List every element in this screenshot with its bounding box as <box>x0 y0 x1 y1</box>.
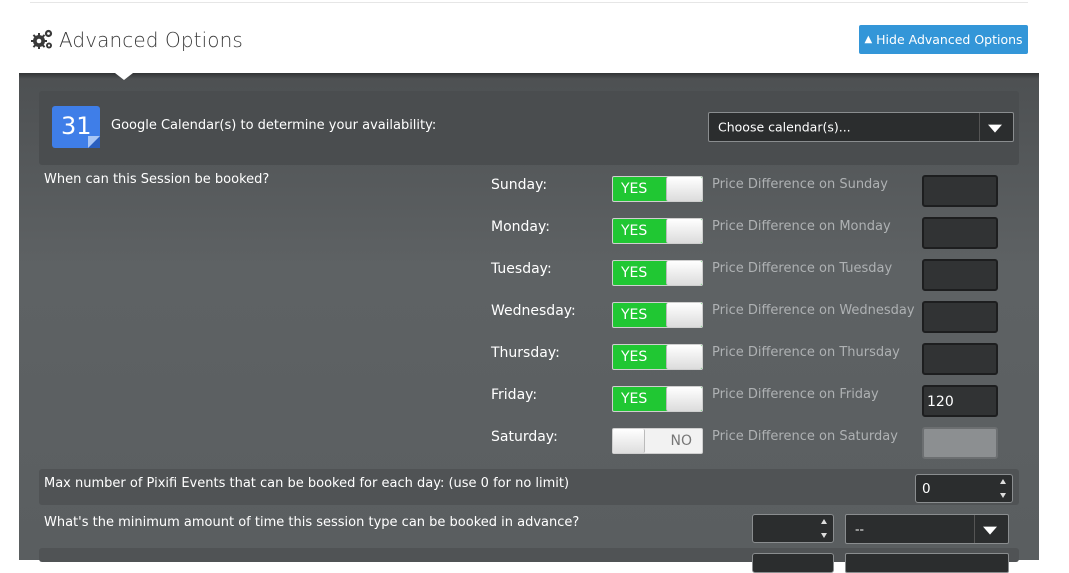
hide-button-label: Hide Advanced Options <box>876 32 1023 47</box>
calendar-select[interactable]: Choose calendar(s)... <box>708 112 1014 142</box>
divider <box>30 2 1028 3</box>
min-advance-unit-value: -- <box>855 521 865 537</box>
toggle-knob[interactable] <box>666 219 702 243</box>
saturday-price-input <box>922 427 998 459</box>
friday-toggle[interactable]: YES <box>612 386 703 412</box>
day-label: Wednesday: <box>491 303 576 319</box>
toggle-knob[interactable] <box>666 261 702 285</box>
toggle-knob[interactable] <box>666 177 702 201</box>
max-events-label: Max number of Pixifi Events that can be … <box>44 476 570 491</box>
section-title: Advanced Options <box>30 27 243 53</box>
gears-icon <box>30 28 54 52</box>
panel-pointer <box>115 73 133 80</box>
tuesday-price-input[interactable] <box>922 259 998 291</box>
toggle-knob[interactable] <box>613 429 645 453</box>
saturday-toggle[interactable]: NO <box>612 428 703 454</box>
monday-price-input[interactable] <box>922 217 998 249</box>
day-label: Sunday: <box>491 177 548 193</box>
hide-advanced-options-button[interactable]: ▲ Hide Advanced Options <box>859 25 1028 54</box>
min-advance-amount-input[interactable] <box>752 514 834 543</box>
spin-up-icon[interactable] <box>821 519 827 524</box>
toggle-state: YES <box>621 307 648 323</box>
friday-price-input[interactable]: 120 <box>922 385 998 417</box>
day-label: Tuesday: <box>491 261 552 277</box>
chevron-down-icon <box>988 124 1002 133</box>
sunday-toggle[interactable]: YES <box>612 176 703 202</box>
price-difference-label: Price Difference on Thursday <box>712 345 900 360</box>
when-booked-label: When can this Session be booked? <box>44 172 270 187</box>
spin-down-icon[interactable] <box>1000 493 1006 498</box>
min-advance-label: What's the minimum amount of time this s… <box>44 515 580 530</box>
triangle-up-icon: ▲ <box>864 34 873 45</box>
wednesday-toggle[interactable]: YES <box>612 302 703 328</box>
toggle-state: YES <box>621 181 648 197</box>
price-difference-label: Price Difference on Sunday <box>712 177 888 192</box>
toggle-knob[interactable] <box>666 303 702 327</box>
day-label: Saturday: <box>491 429 558 445</box>
price-difference-label: Price Difference on Monday <box>712 219 891 234</box>
chevron-down-icon <box>983 526 997 535</box>
calendar-select-value: Choose calendar(s)... <box>718 119 851 135</box>
monday-toggle[interactable]: YES <box>612 218 703 244</box>
google-calendar-label: Google Calendar(s) to determine your ava… <box>111 118 437 133</box>
calendar-day-number: 31 <box>61 112 92 140</box>
panel-shadow <box>19 73 1039 79</box>
day-label: Friday: <box>491 387 538 403</box>
toggle-state: YES <box>621 349 648 365</box>
toggle-state: YES <box>621 265 648 281</box>
sunday-price-input[interactable] <box>922 175 998 207</box>
spin-up-icon[interactable] <box>1000 479 1006 484</box>
min-advance-unit-select[interactable]: -- <box>845 514 1009 544</box>
max-events-input[interactable]: 0 <box>915 474 1013 503</box>
toggle-state: YES <box>621 391 648 407</box>
wednesday-price-input[interactable] <box>922 301 998 333</box>
price-difference-label: Price Difference on Friday <box>712 387 879 402</box>
toggle-knob[interactable] <box>666 387 702 411</box>
thursday-toggle[interactable]: YES <box>612 344 703 370</box>
page-title: Advanced Options <box>59 28 243 52</box>
toggle-state: NO <box>670 433 693 449</box>
google-calendar-icon: 31 <box>52 106 100 148</box>
next-unit-select[interactable] <box>845 553 1009 573</box>
price-difference-label: Price Difference on Wednesday <box>712 303 915 318</box>
day-label: Monday: <box>491 219 550 235</box>
tuesday-toggle[interactable]: YES <box>612 260 703 286</box>
price-difference-label: Price Difference on Saturday <box>712 429 898 444</box>
next-amount-input[interactable] <box>752 553 834 573</box>
price-difference-label: Price Difference on Tuesday <box>712 261 893 276</box>
thursday-price-input[interactable] <box>922 343 998 375</box>
day-label: Thursday: <box>491 345 560 361</box>
max-events-value: 0 <box>922 480 931 497</box>
spin-down-icon[interactable] <box>821 533 827 538</box>
toggle-knob[interactable] <box>666 345 702 369</box>
toggle-state: YES <box>621 223 648 239</box>
